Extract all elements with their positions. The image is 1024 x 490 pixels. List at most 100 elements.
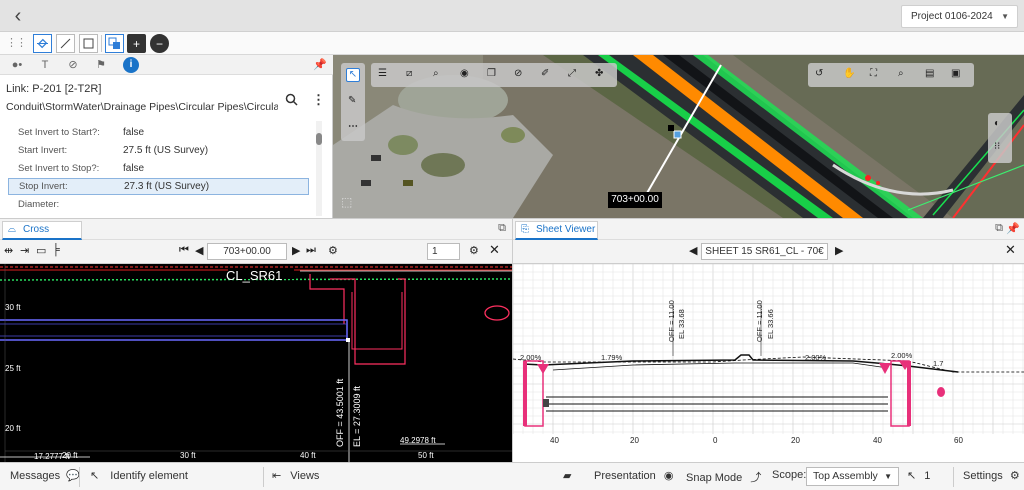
property-value: 27.3 ft (US Survey): [124, 181, 210, 192]
tab-elements[interactable]: ●•: [4, 56, 30, 75]
project-selector[interactable]: Project 0106-2024 ▼: [901, 5, 1018, 28]
window-area-icon[interactable]: ▤: [925, 68, 934, 79]
zoom-icon[interactable]: ⌕: [898, 68, 904, 79]
measure-icon[interactable]: ✎: [348, 95, 356, 106]
visibility-icon[interactable]: ◉: [460, 68, 469, 79]
node-icon: [37, 38, 48, 49]
edit-icon[interactable]: ✐: [541, 68, 549, 79]
pan-hand-icon[interactable]: ✋: [843, 68, 855, 79]
node-tool-button[interactable]: [33, 34, 52, 53]
popout-icon[interactable]: ⧉: [995, 222, 1003, 235]
slope-label: 1.79%: [601, 353, 623, 362]
view-cube-icon[interactable]: ⬚: [341, 195, 352, 209]
zoom-tool-icon[interactable]: ⌕: [433, 68, 439, 79]
pin-icon[interactable]: 📌: [1006, 222, 1020, 235]
map-station-label: 703+00.00: [608, 192, 662, 208]
messages-button[interactable]: Messages 💬: [10, 469, 80, 482]
line-tool-button[interactable]: [56, 34, 75, 53]
next-station-icon[interactable]: ▶: [292, 244, 300, 257]
chevron-down-icon: ▼: [1001, 12, 1009, 21]
tab-flag[interactable]: ⚑: [88, 56, 114, 75]
cross-section-panel: ⌓ Cross Section ⧉ ⇹ ⇥ ▭ ╞ ⏮ ◀ 703+00.00 …: [0, 218, 512, 463]
sheet-selector[interactable]: SHEET 15 SR61_CL - 70€: [701, 243, 828, 260]
scope-select[interactable]: Top Assembly ▼: [806, 467, 899, 486]
more-tools-icon[interactable]: ⋯: [348, 121, 358, 132]
selection-count[interactable]: ↖ 1: [907, 469, 930, 482]
property-row-selected[interactable]: Stop Invert: 27.3 ft (US Survey): [8, 178, 309, 195]
tab-cross-section[interactable]: ⌓ Cross Section: [2, 221, 82, 251]
person-icon[interactable]: ◐: [994, 118, 1000, 129]
views-button[interactable]: ⇤ Views: [272, 469, 319, 482]
tab-text[interactable]: T: [32, 56, 58, 75]
property-key: Set Invert to Stop?:: [18, 163, 100, 174]
settings-button[interactable]: Settings ⚙: [963, 469, 1020, 482]
drag-handle-icon[interactable]: ⋮⋮: [6, 36, 27, 49]
fit-view-icon[interactable]: ⛶: [870, 68, 877, 79]
split-icon[interactable]: ⇥: [20, 244, 29, 257]
menu-icon[interactable]: ☰: [378, 68, 387, 79]
add-button[interactable]: +: [127, 34, 146, 53]
link-path: Conduit\StormWater\Drainage Pipes\Circul…: [6, 101, 278, 113]
view-settings-icon[interactable]: ⚙: [469, 244, 479, 257]
messages-label: Messages: [10, 470, 61, 482]
scrollbar-thumb[interactable]: [316, 133, 322, 145]
transform-icon[interactable]: ⤢: [568, 68, 576, 79]
more-options-icon[interactable]: ⋮: [312, 92, 325, 108]
text-icon: T: [41, 59, 49, 71]
tab-check[interactable]: ⊘: [60, 56, 86, 75]
paint-icon[interactable]: ✤: [595, 68, 603, 79]
previous-sheet-icon[interactable]: ◀: [689, 244, 697, 257]
last-station-icon[interactable]: ⏭: [306, 244, 316, 257]
slash-tool-icon[interactable]: ⧄: [406, 68, 412, 79]
remove-button[interactable]: −: [150, 34, 169, 53]
walk-icon[interactable]: ⁝⁝: [994, 141, 1000, 152]
cross-section-canvas[interactable]: CL_SR61 30 ft 25 ft 20 ft 20 ft 30 ft 40…: [0, 264, 512, 463]
y-tick-label: 20 ft: [5, 424, 21, 433]
offset-annotation: OFF = 11.00: [755, 300, 764, 342]
rotate-icon[interactable]: ↺: [815, 68, 823, 79]
copy-icon[interactable]: ❐: [487, 68, 496, 79]
align-icon[interactable]: ⇹: [4, 244, 13, 257]
briefcase-icon[interactable]: ▰: [563, 469, 571, 482]
status-bar: Messages 💬 ↖ Identify element ⇤ Views ▰ …: [0, 462, 1024, 490]
settings-gear-icon[interactable]: ⚙: [328, 244, 338, 257]
page-stepper[interactable]: 1: [427, 243, 460, 260]
close-icon[interactable]: ✕: [489, 242, 500, 258]
map-view[interactable]: ↖ ✎ ⋯ ☰ ⧄ ⌕ ◉ ❐ ⊘ ✐ ⤢ ✤ ↺ ✋ ⛶ ⌕ ▤ ▣ ◐ ⁝⁝…: [333, 55, 1024, 218]
station-input[interactable]: 703+00.00: [207, 243, 287, 260]
sheet-canvas[interactable]: 2.00% 1.79% 2.00% 2.00% 1.7 OFF = 11.00 …: [513, 264, 1024, 463]
property-row[interactable]: Set Invert to Start?: false: [8, 125, 309, 142]
status-divider: [79, 467, 80, 487]
select-cursor-icon[interactable]: ↖: [346, 68, 360, 82]
search-icon[interactable]: [285, 93, 298, 109]
identify-label: Identify element: [110, 470, 188, 482]
tab-sheet-viewer[interactable]: ⎘ Sheet Viewer: [515, 221, 598, 240]
drawing-toolbar: ⋮⋮ + −: [0, 32, 1024, 55]
rectangle-tool-button[interactable]: [79, 34, 98, 53]
presentation-button[interactable]: Presentation ◉: [594, 469, 673, 482]
properties-scrollbar[interactable]: [316, 121, 322, 216]
layers-tool-button[interactable]: [105, 34, 124, 53]
cross-section-icon: ⌓: [8, 224, 16, 235]
presentation-icon: ◉: [663, 470, 674, 482]
back-arrow-icon[interactable]: ‹: [8, 5, 28, 27]
snap-mode-button[interactable]: Snap Mode ⤴: [686, 469, 761, 485]
tab-info[interactable]: i: [123, 57, 139, 73]
selection-cursor-icon: ↖: [907, 470, 917, 482]
popout-icon[interactable]: ⧉: [498, 222, 506, 235]
identify-element-button[interactable]: ↖ Identify element: [90, 469, 188, 482]
property-value: false: [123, 163, 145, 174]
pin-icon[interactable]: 📌: [313, 58, 327, 71]
property-row[interactable]: Diameter:: [8, 197, 309, 214]
ruler-icon[interactable]: ╞: [52, 244, 60, 256]
next-sheet-icon[interactable]: ▶: [835, 244, 843, 257]
close-icon[interactable]: ✕: [1005, 242, 1016, 258]
first-station-icon[interactable]: ⏮: [179, 244, 189, 257]
folder-icon[interactable]: ▭: [36, 244, 46, 257]
property-row[interactable]: Start Invert: 27.5 ft (US Survey): [8, 143, 309, 160]
elevation-annotation: EL 33.66: [766, 309, 775, 339]
property-row[interactable]: Set Invert to Stop?: false: [8, 161, 309, 178]
hide-icon[interactable]: ⊘: [514, 68, 522, 79]
view-icon[interactable]: ▣: [951, 68, 960, 79]
previous-station-icon[interactable]: ◀: [195, 244, 203, 257]
